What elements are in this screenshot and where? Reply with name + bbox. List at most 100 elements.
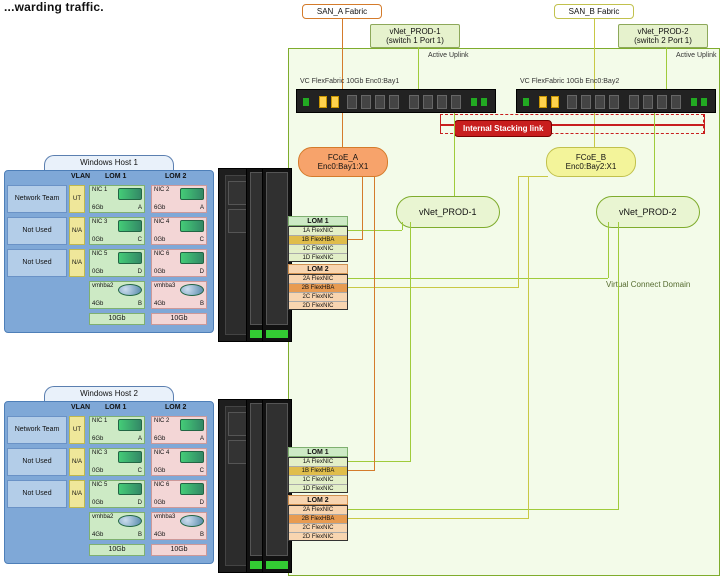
line bbox=[666, 47, 667, 89]
nic: NIC 60GbD bbox=[151, 480, 207, 508]
page-crop-text: ...warding traffic. bbox=[4, 0, 104, 14]
col-lom1: LOM 1 bbox=[105, 404, 126, 411]
row-label: Not Used bbox=[7, 448, 67, 476]
nic: NIC 50GbD bbox=[89, 480, 145, 508]
line bbox=[348, 230, 402, 231]
nic-icon bbox=[118, 419, 142, 431]
line bbox=[348, 518, 528, 519]
vlan-cell: N/A bbox=[69, 249, 85, 277]
lom1-strip: 1A FlexNIC1B FlexHBA1C FlexNIC1D FlexNIC bbox=[288, 457, 348, 493]
nic-icon bbox=[180, 220, 204, 232]
nic-icon bbox=[118, 188, 142, 200]
line bbox=[348, 278, 608, 279]
col-lom1: LOM 1 bbox=[105, 173, 126, 180]
lom1-title: LOM 1 bbox=[288, 447, 348, 457]
vnet-prod-2: vNet_PROD-2 bbox=[596, 196, 700, 228]
line bbox=[402, 222, 403, 230]
line bbox=[348, 509, 618, 510]
nic-icon bbox=[118, 451, 142, 463]
nic: NIC 26GbA bbox=[151, 416, 207, 444]
vlan-cell: UT bbox=[69, 416, 85, 444]
nic: NIC 26GbA bbox=[151, 185, 207, 213]
nic: NIC 40GbC bbox=[151, 448, 207, 476]
vlan-cell: UT bbox=[69, 185, 85, 213]
internal-stacking-link: Internal Stacking link bbox=[454, 120, 552, 137]
host-1-title: Windows Host 1 bbox=[44, 155, 174, 171]
lom1-title: LOM 1 bbox=[288, 216, 348, 226]
row-label: Network Team bbox=[7, 185, 67, 213]
hba: vmhba24GbB bbox=[89, 281, 145, 309]
line bbox=[518, 176, 548, 177]
line bbox=[518, 176, 519, 288]
lom1-strip: 1A FlexNIC1B FlexHBA1C FlexNIC1D FlexNIC bbox=[288, 226, 348, 262]
hba: vmhba34GbB bbox=[151, 512, 207, 540]
vnet-uplink-name: vNet_PROD-2 bbox=[622, 27, 704, 36]
active-uplink-a: Active Uplink bbox=[428, 52, 468, 59]
vc-module-a-label: VC FlexFabric 10Gb Enc0:Bay1 bbox=[300, 78, 399, 85]
san-a-fabric: SAN_A Fabric bbox=[302, 4, 382, 19]
nic-icon bbox=[180, 483, 204, 495]
line bbox=[346, 176, 362, 177]
vc-module-a bbox=[296, 89, 496, 113]
line bbox=[440, 114, 441, 134]
hba: vmhba24GbB bbox=[89, 512, 145, 540]
row-label: Not Used bbox=[7, 480, 67, 508]
disk-icon bbox=[118, 284, 142, 296]
host-2-panel: Windows Host 2 VLAN LOM 1 LOM 2 Network … bbox=[4, 386, 214, 564]
disk-icon bbox=[180, 284, 204, 296]
lom2-total: 10Gb bbox=[151, 544, 207, 556]
vnet-uplink-port: (switch 2 Port 1) bbox=[622, 36, 704, 45]
vc-module-b-label: VC FlexFabric 10Gb Enc0:Bay2 bbox=[520, 78, 619, 85]
nic: NIC 16GbA bbox=[89, 185, 145, 213]
col-lom2: LOM 2 bbox=[165, 173, 186, 180]
line bbox=[704, 114, 705, 134]
line bbox=[528, 176, 529, 519]
nic-icon bbox=[118, 252, 142, 264]
hba: vmhba34GbB bbox=[151, 281, 207, 309]
lom2-total: 10Gb bbox=[151, 313, 207, 325]
fcoe-port: Enc0:Bay2:X1 bbox=[557, 162, 625, 171]
disk-icon bbox=[118, 515, 142, 527]
col-vlan: VLAN bbox=[71, 173, 90, 180]
line bbox=[362, 176, 363, 240]
vlan-cell: N/A bbox=[69, 480, 85, 508]
nic: NIC 60GbD bbox=[151, 249, 207, 277]
fcoe-port: Enc0:Bay1:X1 bbox=[309, 162, 377, 171]
line bbox=[454, 113, 455, 196]
vnet-prod-1-uplink: vNet_PROD-1 (switch 1 Port 1) bbox=[370, 24, 460, 48]
lom1-total: 10Gb bbox=[89, 544, 145, 556]
line bbox=[348, 239, 362, 240]
active-uplink-b: Active Uplink bbox=[676, 52, 716, 59]
line bbox=[608, 222, 609, 278]
nic: NIC 40GbC bbox=[151, 217, 207, 245]
line bbox=[418, 47, 419, 89]
fcoe-name: FCoE_B bbox=[557, 153, 625, 162]
vnet-uplink-port: (switch 1 Port 1) bbox=[374, 36, 456, 45]
row-label: Network Team bbox=[7, 416, 67, 444]
vnet-prod-2-uplink: vNet_PROD-2 (switch 2 Port 1) bbox=[618, 24, 708, 48]
row-label: Not Used bbox=[7, 217, 67, 245]
line bbox=[374, 176, 375, 471]
lom2-title: LOM 2 bbox=[288, 495, 348, 505]
vnet-uplink-name: vNet_PROD-1 bbox=[374, 27, 456, 36]
vlan-cell: N/A bbox=[69, 448, 85, 476]
nic-icon bbox=[180, 451, 204, 463]
row-label: Not Used bbox=[7, 249, 67, 277]
lom2-title: LOM 2 bbox=[288, 264, 348, 274]
lom2-strip: 2A FlexNIC2B FlexHBA2C FlexNIC2D FlexNIC bbox=[288, 274, 348, 310]
line bbox=[618, 222, 619, 510]
nic-icon bbox=[180, 188, 204, 200]
vlan-cell: N/A bbox=[69, 217, 85, 245]
nic-icon bbox=[180, 419, 204, 431]
col-vlan: VLAN bbox=[71, 404, 90, 411]
fcoe-a: FCoE_A Enc0:Bay1:X1 bbox=[298, 147, 388, 177]
nic-icon bbox=[118, 483, 142, 495]
nic-icon bbox=[118, 220, 142, 232]
line bbox=[348, 461, 410, 462]
line bbox=[410, 222, 411, 462]
lom1-total: 10Gb bbox=[89, 313, 145, 325]
disk-icon bbox=[180, 515, 204, 527]
nic: NIC 50GbD bbox=[89, 249, 145, 277]
nic: NIC 30GbC bbox=[89, 217, 145, 245]
col-lom2: LOM 2 bbox=[165, 404, 186, 411]
